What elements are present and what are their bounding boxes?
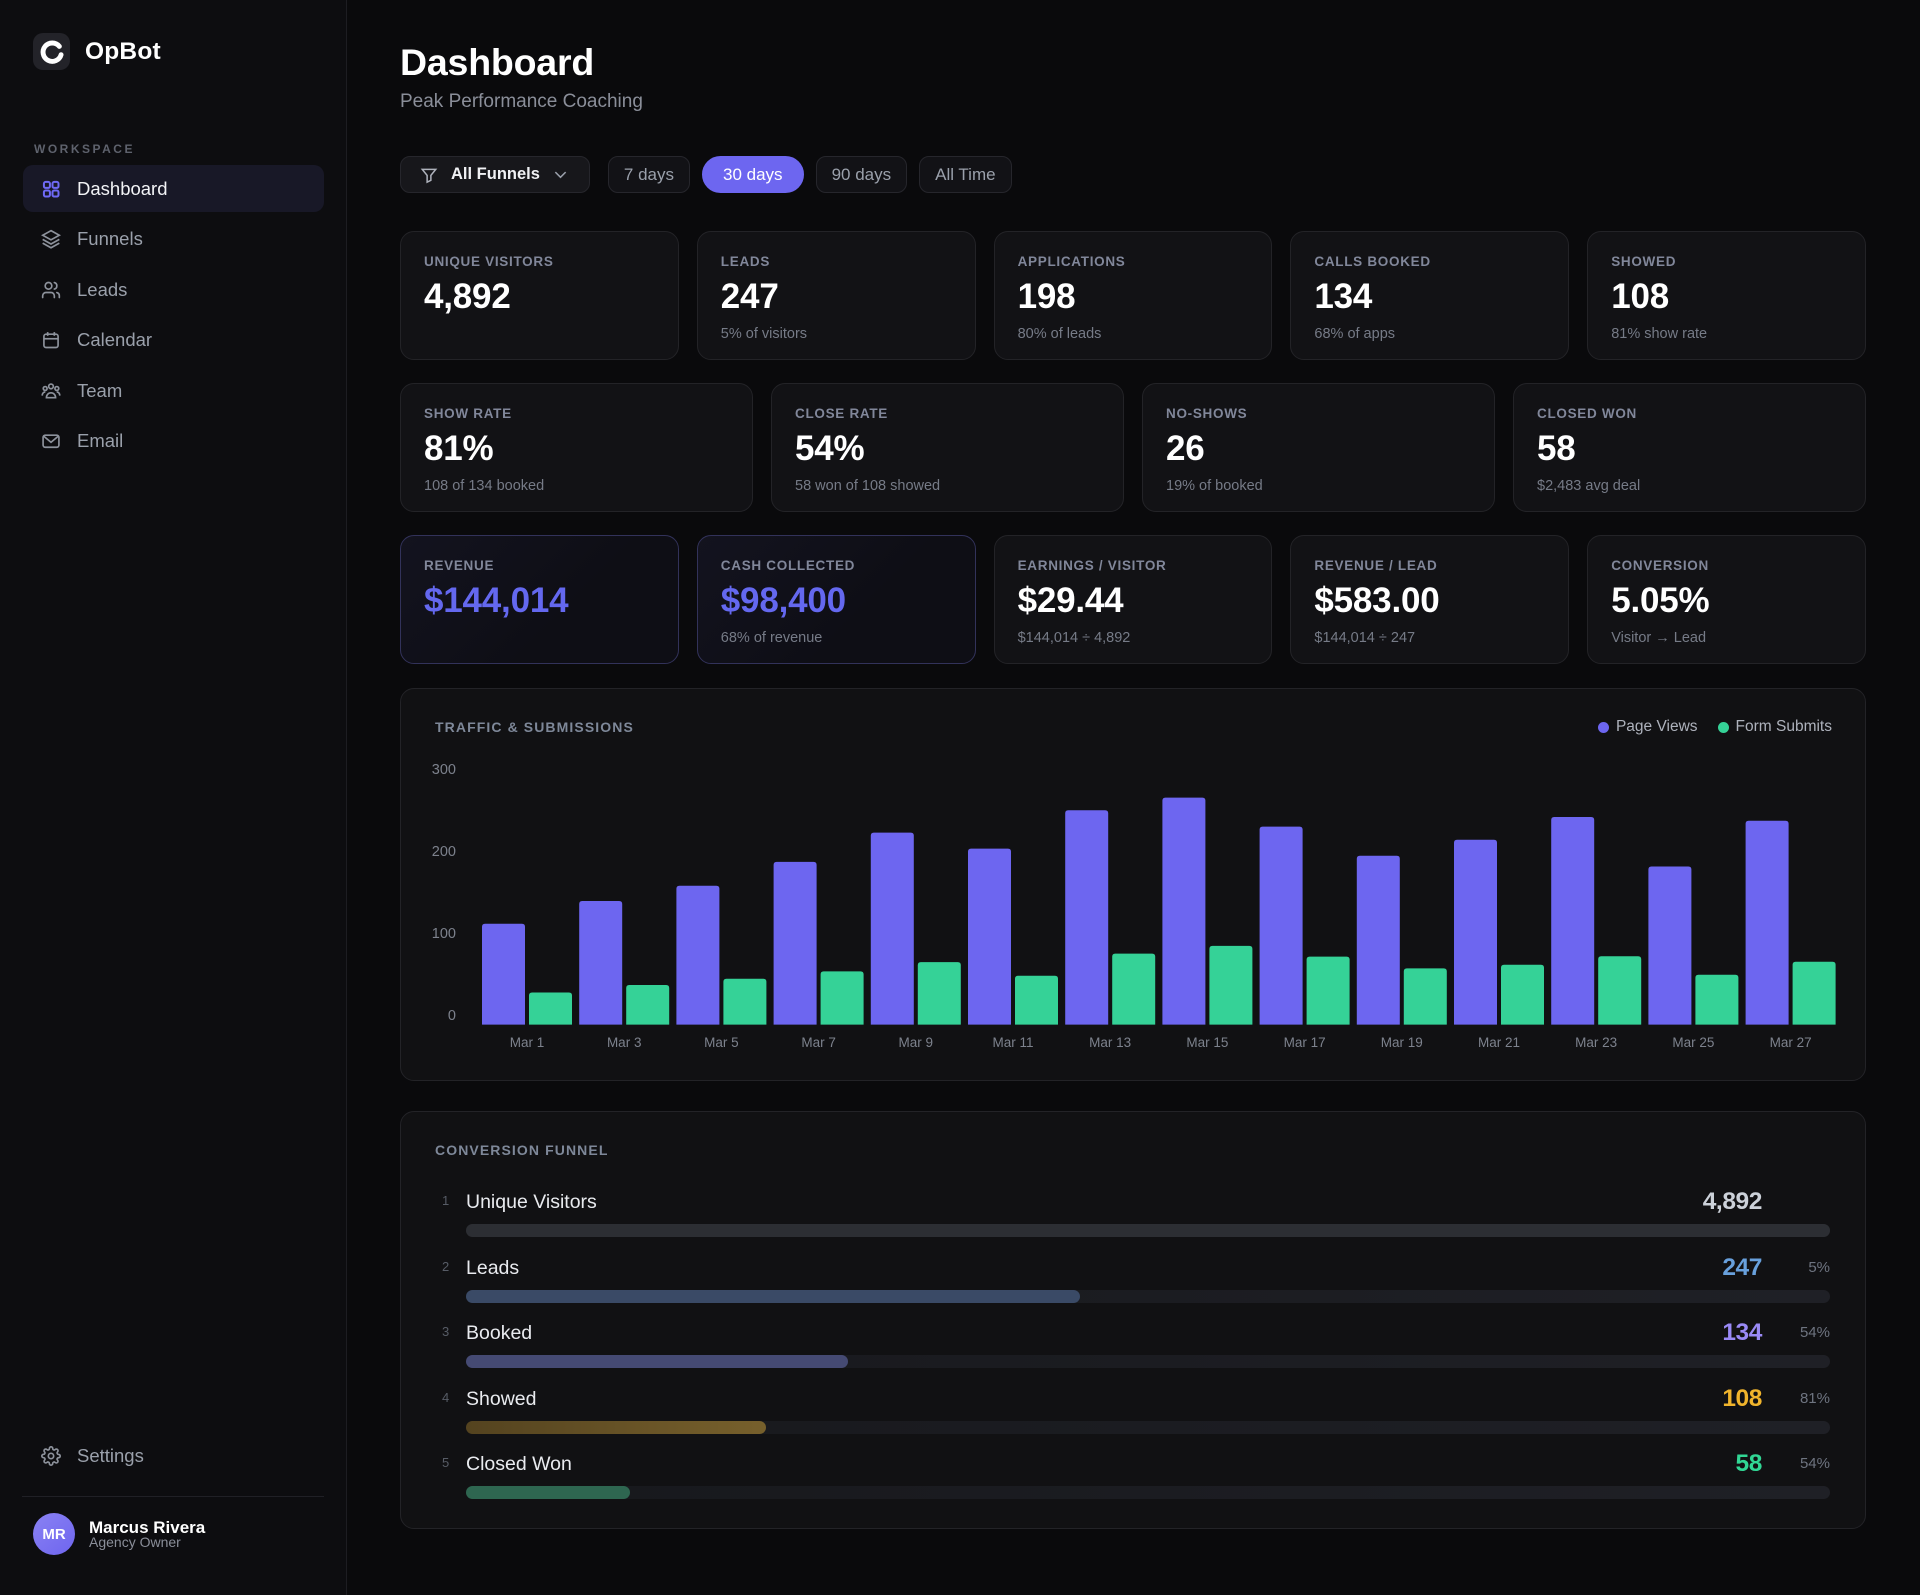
svg-text:100: 100: [432, 926, 456, 942]
svg-text:Mar 21: Mar 21: [1478, 1035, 1520, 1050]
svg-text:0: 0: [448, 1008, 456, 1024]
svg-text:Mar 23: Mar 23: [1575, 1035, 1617, 1050]
svg-text:Mar 3: Mar 3: [607, 1035, 642, 1050]
svg-text:Mar 13: Mar 13: [1089, 1035, 1131, 1050]
svg-text:Mar 27: Mar 27: [1770, 1035, 1812, 1050]
svg-text:Mar 7: Mar 7: [801, 1035, 836, 1050]
svg-text:Mar 25: Mar 25: [1672, 1035, 1714, 1050]
svg-text:Mar 5: Mar 5: [704, 1035, 739, 1050]
svg-text:200: 200: [432, 844, 456, 860]
svg-text:Mar 11: Mar 11: [992, 1035, 1033, 1050]
svg-text:Mar 15: Mar 15: [1186, 1035, 1228, 1050]
svg-text:300: 300: [432, 762, 456, 778]
svg-text:Mar 19: Mar 19: [1381, 1035, 1423, 1050]
svg-text:Mar 17: Mar 17: [1284, 1035, 1326, 1050]
svg-text:Mar 1: Mar 1: [510, 1035, 545, 1050]
svg-text:Mar 9: Mar 9: [899, 1035, 934, 1050]
